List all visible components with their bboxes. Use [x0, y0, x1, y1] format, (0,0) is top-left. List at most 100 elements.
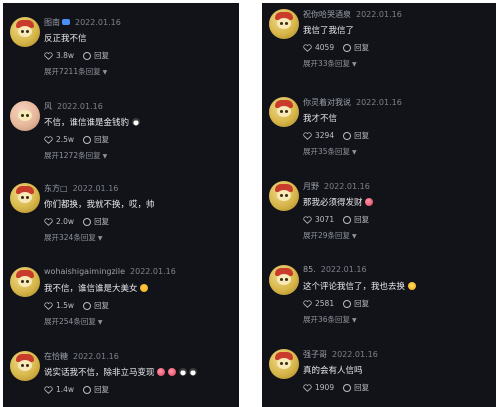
- expand-replies-link[interactable]: 展开7211条回复 ▼: [44, 66, 107, 77]
- heart-outline-icon[interactable]: [303, 215, 312, 224]
- heart-outline-icon[interactable]: [303, 131, 312, 140]
- comment-text: 不信，谁信谁是金钱豹: [44, 116, 140, 128]
- like-count: 2.5w: [56, 135, 75, 144]
- comment-meta: 强子哥 2022.01.16: [303, 349, 378, 360]
- avatar[interactable]: [269, 9, 299, 39]
- speech-bubble-icon[interactable]: [83, 385, 92, 394]
- expand-replies-link[interactable]: 展开29条回复 ▼: [303, 230, 357, 241]
- avatar[interactable]: [269, 349, 299, 379]
- comment-date: 2022.01.16: [324, 182, 370, 191]
- smile-emoji-icon: [140, 284, 149, 292]
- expand-replies-link[interactable]: 展开36条回复 ▼: [303, 314, 357, 325]
- heart-outline-icon[interactable]: [303, 43, 312, 52]
- reply-button[interactable]: 回复: [354, 130, 369, 141]
- chevron-down-icon: ▼: [352, 317, 357, 324]
- speech-bubble-icon[interactable]: [343, 383, 352, 392]
- like-count: 1.4w: [56, 385, 75, 394]
- avatar[interactable]: [10, 183, 40, 213]
- reply-button[interactable]: 回复: [94, 216, 109, 227]
- comment-actions: 3.8w 回复: [44, 50, 109, 61]
- username[interactable]: 东方□: [44, 184, 68, 193]
- username[interactable]: wohaishigaimingzile: [44, 267, 125, 276]
- comment-meta: 在恰糖 2022.01.16: [44, 351, 119, 362]
- heart-outline-icon[interactable]: [44, 51, 53, 60]
- username[interactable]: 风: [44, 102, 52, 111]
- expand-replies-label: 展开33条回复: [303, 59, 351, 68]
- comment-panel-left: 图南 2022.01.16 反正我不信 3.8w 回复 展开7211条回复 ▼ 风2…: [3, 3, 239, 407]
- comment-actions: 2581 回复: [303, 298, 369, 309]
- like-count: 2581: [315, 299, 335, 308]
- avatar[interactable]: [10, 101, 40, 131]
- reply-button[interactable]: 回复: [94, 50, 109, 61]
- laughing-emoji-icon: [407, 282, 416, 290]
- expand-replies-link[interactable]: 展开324条回复 ▼: [44, 232, 102, 243]
- heart-outline-icon[interactable]: [303, 383, 312, 392]
- speech-bubble-icon[interactable]: [343, 131, 352, 140]
- avatar[interactable]: [269, 97, 299, 127]
- chevron-down-icon: ▼: [352, 149, 357, 156]
- avatar[interactable]: [269, 265, 299, 295]
- expand-replies-link[interactable]: 展开33条回复 ▼: [303, 58, 357, 69]
- heart-outline-icon[interactable]: [44, 385, 53, 394]
- avatar[interactable]: [10, 267, 40, 297]
- comment-text: 这个评论我信了，我也去换: [303, 280, 416, 292]
- red-face-emoji-icon: [157, 368, 166, 376]
- comment-date: 2022.01.16: [356, 98, 402, 107]
- username[interactable]: 月野: [303, 182, 319, 191]
- reply-button[interactable]: 回复: [94, 300, 109, 311]
- comment-date: 2022.01.16: [57, 102, 103, 111]
- reply-button[interactable]: 回复: [94, 134, 109, 145]
- comment-actions: 3294 回复: [303, 130, 369, 141]
- chevron-down-icon: ▼: [352, 233, 357, 240]
- comment-text: 我才不信: [303, 114, 338, 124]
- username[interactable]: 图南: [44, 18, 60, 27]
- comment-actions: 2.5w 回复: [44, 134, 109, 145]
- speech-bubble-icon[interactable]: [83, 301, 92, 310]
- like-count: 3.8w: [56, 51, 75, 60]
- panda-emoji-icon: [178, 368, 187, 376]
- avatar[interactable]: [10, 351, 40, 381]
- heart-outline-icon[interactable]: [44, 301, 53, 310]
- expand-replies-link[interactable]: 展开1272条回复 ▼: [44, 150, 107, 161]
- red-face-emoji-icon: [365, 198, 374, 206]
- expand-replies-label: 展开1272条回复: [44, 151, 101, 160]
- comment-meta: wohaishigaimingzile 2022.01.16: [44, 267, 176, 276]
- reply-button[interactable]: 回复: [94, 384, 109, 395]
- comment-text-content: 这个评论我信了，我也去换: [303, 282, 406, 292]
- heart-outline-icon[interactable]: [303, 299, 312, 308]
- reply-button[interactable]: 回复: [354, 42, 369, 53]
- expand-replies-link[interactable]: 展开35条回复 ▼: [303, 146, 357, 157]
- username[interactable]: 强子哥: [303, 350, 327, 359]
- reply-button[interactable]: 回复: [354, 382, 369, 393]
- speech-bubble-icon[interactable]: [83, 135, 92, 144]
- avatar[interactable]: [10, 17, 40, 47]
- speech-bubble-icon[interactable]: [83, 217, 92, 226]
- comment-date: 2022.01.16: [332, 350, 378, 359]
- comment-meta: 图南 2022.01.16: [44, 17, 121, 28]
- comment-meta: 月野 2022.01.16: [303, 181, 370, 192]
- heart-outline-icon[interactable]: [44, 135, 53, 144]
- chevron-down-icon: ▼: [97, 319, 103, 326]
- username[interactable]: 祝你哈哭酒泉: [303, 10, 351, 19]
- red-face-emoji-icon: [167, 368, 176, 376]
- heart-outline-icon[interactable]: [44, 217, 53, 226]
- comment-text-content: 我不信，谁信谁是大美女: [44, 284, 138, 294]
- username[interactable]: 85.: [303, 265, 316, 274]
- speech-bubble-icon[interactable]: [83, 51, 92, 60]
- reply-button[interactable]: 回复: [354, 214, 369, 225]
- expand-replies-link[interactable]: 展开254条回复 ▼: [44, 316, 102, 327]
- comment-actions: 2.0w 回复: [44, 216, 109, 227]
- chevron-down-icon: ▼: [352, 61, 357, 68]
- comment-actions: 1909 回复: [303, 382, 369, 393]
- username[interactable]: 在恰糖: [44, 352, 68, 361]
- reply-button[interactable]: 回复: [354, 298, 369, 309]
- speech-bubble-icon[interactable]: [343, 215, 352, 224]
- like-count: 1.5w: [56, 301, 75, 310]
- username[interactable]: 你灵着对我说: [303, 98, 351, 107]
- like-count: 3071: [315, 215, 335, 224]
- avatar[interactable]: [269, 181, 299, 211]
- speech-bubble-icon[interactable]: [343, 43, 352, 52]
- comment-date: 2022.01.16: [73, 352, 119, 361]
- speech-bubble-icon[interactable]: [343, 299, 352, 308]
- comment-text: 说实话我不信，除非立马变现: [44, 366, 198, 378]
